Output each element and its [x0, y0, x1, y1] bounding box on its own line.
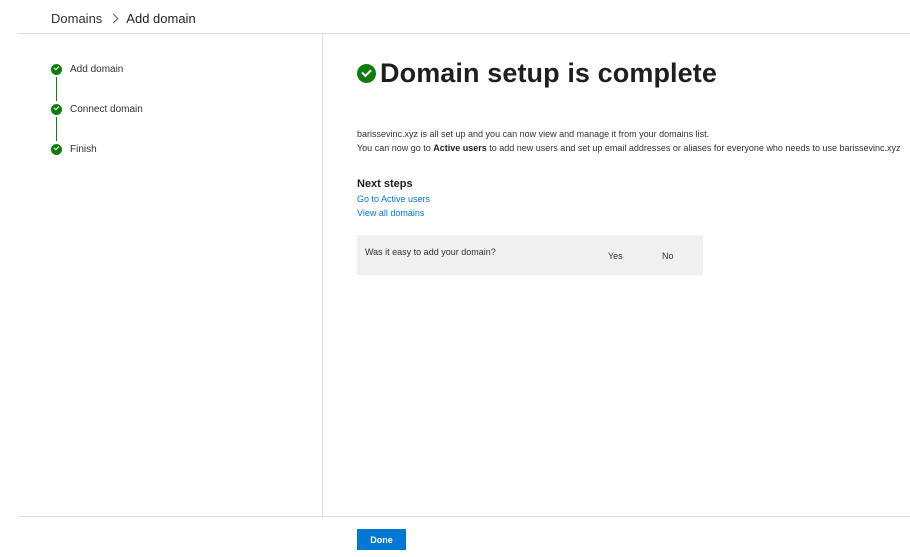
step-connector [56, 77, 57, 101]
description-text: to add new users and set up email addres… [486, 143, 901, 153]
breadcrumb: Domains Add domain [51, 11, 196, 26]
title-row: Domain setup is complete [357, 58, 910, 89]
page-title: Domain setup is complete [380, 58, 717, 88]
header-divider [18, 33, 910, 34]
breadcrumb-domains-link[interactable]: Domains [51, 11, 102, 26]
description: barissevinc.xyz is all set up and you ca… [357, 127, 910, 155]
done-button[interactable]: Done [357, 529, 406, 550]
check-circle-icon [51, 143, 62, 155]
next-steps-title: Next steps [357, 178, 413, 190]
step-label: Finish [70, 143, 97, 155]
go-to-active-users-link[interactable]: Go to Active users [357, 194, 910, 204]
main-content: Domain setup is complete barissevinc.xyz… [357, 58, 910, 275]
view-all-domains-link[interactable]: View all domains [357, 208, 910, 218]
check-circle-icon [357, 64, 376, 83]
description-line-1: barissevinc.xyz is all set up and you ca… [357, 129, 710, 139]
feedback-panel: Was it easy to add your domain? Yes No [357, 235, 703, 275]
step-add-domain: Add domain [51, 63, 143, 101]
breadcrumb-current: Add domain [126, 11, 196, 26]
description-text: You can now go to [357, 143, 434, 153]
feedback-no-button[interactable]: No [662, 251, 674, 261]
active-users-bold: Active users [433, 143, 487, 153]
step-finish: Finish [51, 143, 143, 155]
wizard-steps: Add domain Connect domain Finish [51, 63, 143, 183]
step-label: Add domain [70, 63, 124, 75]
check-circle-icon [51, 63, 62, 75]
check-circle-icon [51, 103, 62, 115]
chevron-right-icon [108, 13, 119, 24]
step-connector [56, 117, 57, 141]
step-connect-domain: Connect domain [51, 103, 143, 141]
feedback-yes-button[interactable]: Yes [608, 251, 623, 261]
step-label: Connect domain [70, 103, 143, 115]
sidebar-divider [322, 34, 323, 516]
footer-divider [18, 516, 910, 517]
description-line-2: You can now go to Active users to add ne… [357, 141, 910, 155]
feedback-question: Was it easy to add your domain? [365, 247, 496, 257]
